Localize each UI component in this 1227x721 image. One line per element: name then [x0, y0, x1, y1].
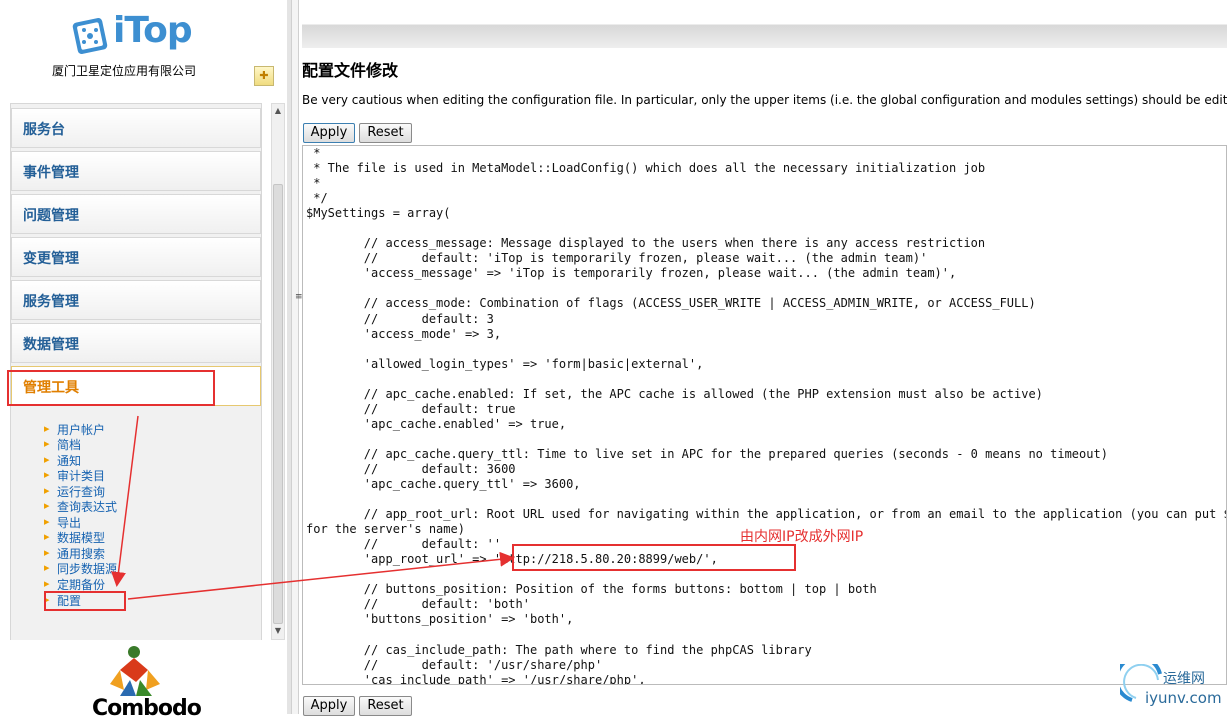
app-logo-text: iTop: [113, 10, 193, 51]
menu-item-service-desk[interactable]: 服务台: [11, 108, 261, 148]
submenu-item-export[interactable]: 导出: [44, 514, 81, 531]
submenu-item-run-queries[interactable]: 运行查询: [44, 483, 105, 500]
code-line: *: [306, 146, 321, 160]
apply-button-top[interactable]: Apply: [303, 123, 355, 143]
page-title: 配置文件修改: [302, 61, 399, 80]
code-line: 'cas_include_path' => '/usr/share/php',: [306, 672, 646, 685]
code-line: // access_message: Message displayed to …: [306, 236, 986, 251]
scroll-up-icon[interactable]: ▲: [272, 106, 284, 115]
submenu-item-universal-search[interactable]: 通用搜索: [44, 545, 105, 562]
watermark-domain: iyunv.com: [1145, 689, 1222, 707]
menu-label: 问题管理: [23, 208, 79, 224]
config-editor[interactable]: * * The file is used in MetaModel::LoadC…: [302, 145, 1227, 685]
combodo-logo-text: Combodo: [92, 696, 202, 721]
layout-splitter[interactable]: ≡: [291, 0, 303, 714]
submenu-item-audit-categories[interactable]: 审计类目: [44, 467, 105, 484]
reset-button-bottom[interactable]: Reset: [359, 696, 412, 716]
code-line: * The file is used in MetaModel::LoadCon…: [306, 161, 986, 176]
code-line: 'buttons_position' => 'both',: [306, 612, 574, 627]
menu-item-service-management[interactable]: 服务管理: [11, 280, 261, 320]
code-line: */: [306, 191, 328, 206]
code-line: // cas_include_path: The path where to f…: [306, 642, 812, 657]
submenu-item-data-model[interactable]: 数据模型: [44, 529, 105, 546]
company-name: 厦门卫星定位应用有限公司: [52, 64, 197, 78]
code-line: // default: true: [306, 401, 516, 416]
menu-item-incident-management[interactable]: 事件管理: [11, 151, 261, 191]
sidebar-scrollbar[interactable]: ▲ ▼: [271, 103, 285, 640]
highlight-app-root-url: [512, 544, 796, 571]
submenu-item-profiles[interactable]: 简档: [44, 436, 81, 453]
annotation-note: 由内网IP改成外网IP: [740, 529, 864, 545]
code-line: // buttons_position: Position of the for…: [306, 582, 877, 597]
code-line: *: [306, 176, 321, 191]
reset-button-top[interactable]: Reset: [359, 123, 412, 143]
code-line: 'access_message' => 'iTop is temporarily…: [306, 266, 957, 281]
code-line: // apc_cache.enabled: If set, the APC ca…: [306, 386, 1043, 401]
pin-icon[interactable]: ✚: [254, 66, 274, 86]
menu-item-data-management[interactable]: 数据管理: [11, 323, 261, 363]
code-line: // app_root_url: Root URL used for navig…: [363, 507, 1226, 522]
page-description: Be very cautious when editing the config…: [302, 93, 1227, 107]
code-line: 'access_mode' => 3,: [306, 326, 502, 341]
code-line: 'apc_cache.enabled' => true,: [306, 416, 567, 431]
scrollbar-thumb[interactable]: [273, 184, 283, 624]
submenu-item-notifications[interactable]: 通知: [44, 452, 81, 469]
code-line: 'apc_cache.query_ttl' => 3600,: [306, 477, 581, 492]
code-line: // access_mode: Combination of flags (AC…: [306, 296, 1036, 311]
apply-button-bottom[interactable]: Apply: [303, 696, 355, 716]
scroll-down-icon[interactable]: ▼: [272, 626, 284, 635]
menu-label: 变更管理: [23, 251, 79, 267]
code-line: $MySettings = array(: [306, 206, 451, 221]
code-line: // default: '/usr/share/php': [306, 657, 603, 672]
menu-item-problem-management[interactable]: 问题管理: [11, 194, 261, 234]
menu-label: 服务台: [23, 122, 65, 138]
watermark-text: 运维网: [1163, 671, 1205, 687]
code-line: // default: 3600: [306, 461, 516, 476]
menu-label: 服务管理: [23, 294, 79, 310]
highlight-configuration: [44, 591, 126, 611]
menu-item-change-management[interactable]: 变更管理: [11, 237, 261, 277]
submenu-item-query-phrasebook[interactable]: 查询表达式: [44, 498, 117, 515]
top-bar: [302, 0, 1227, 48]
code-line: // default: 'iTop is temporarily frozen,…: [306, 251, 928, 266]
code-line: // default: 'both': [306, 597, 530, 612]
code-line: 'allowed_login_types' => 'form|basic|ext…: [306, 356, 704, 371]
code-line: // default: 3: [306, 311, 494, 326]
code-line: // apc_cache.query_ttl: Time to live set…: [306, 446, 1108, 461]
config-code[interactable]: * * The file is used in MetaModel::LoadC…: [306, 146, 1226, 685]
submenu-item-user-accounts[interactable]: 用户帐户: [44, 421, 105, 438]
highlight-admin-tools: [7, 370, 215, 406]
menu-label: 事件管理: [23, 165, 79, 181]
submenu-item-data-sources[interactable]: 同步数据源: [44, 560, 117, 577]
menu-label: 数据管理: [23, 337, 79, 353]
